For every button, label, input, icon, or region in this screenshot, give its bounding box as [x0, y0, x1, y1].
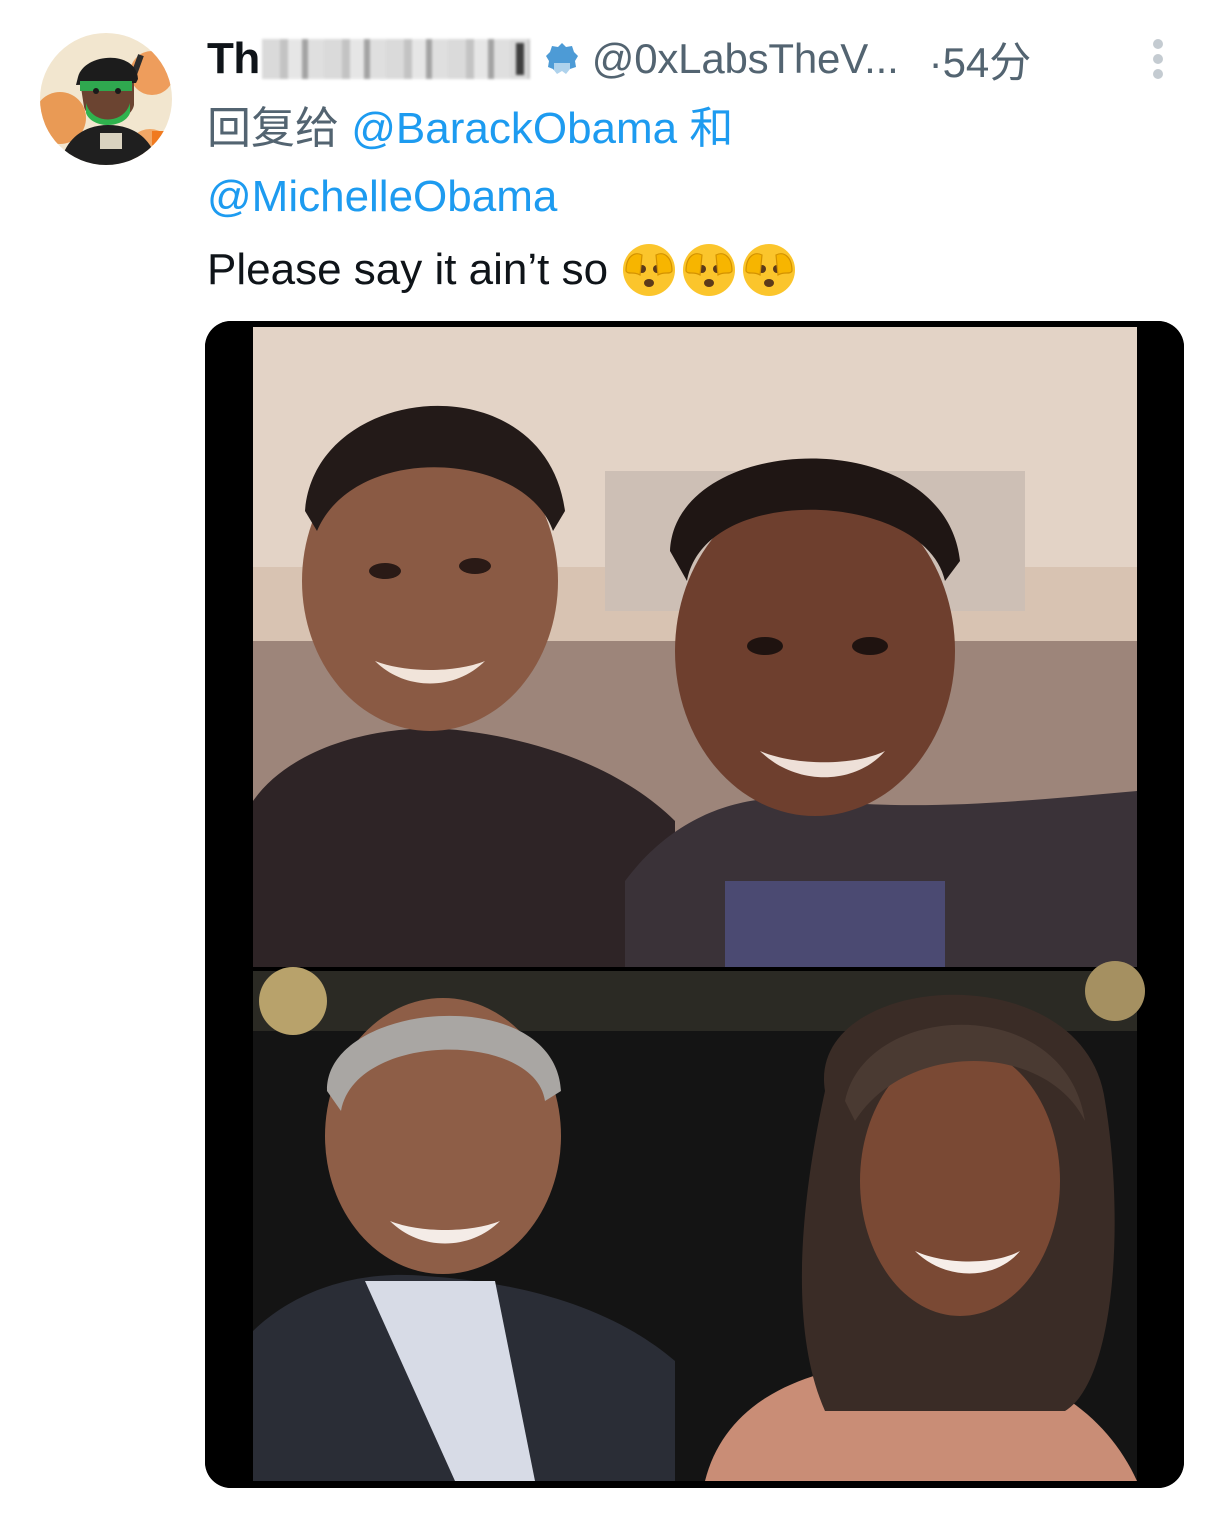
more-options-icon: [1153, 39, 1163, 79]
emoji-group: [620, 241, 798, 299]
reply-joiner: 和: [689, 104, 734, 153]
tweet-header: Th @0xLabsTheV... ·54分: [207, 30, 1197, 88]
tweet[interactable]: Th @0xLabsTheV... ·54分 回复给 @BarackObama …: [0, 0, 1223, 1514]
redacted-name: [261, 39, 530, 79]
tweet-media-image[interactable]: [205, 321, 1184, 1488]
tweet-text: Please say it ain’t so: [207, 238, 798, 302]
avatar[interactable]: [40, 33, 172, 165]
top-photo: [253, 327, 1137, 967]
avatar-icon: [40, 33, 172, 165]
face-with-open-eyes-and-hand-over-mouth-icon: [743, 244, 796, 296]
verified-badge-icon: [544, 41, 580, 77]
face-with-open-eyes-and-hand-over-mouth-icon: [683, 244, 736, 296]
tweet-body: Please say it ain’t so: [207, 245, 609, 294]
reply-context: 回复给 @BarackObama 和 @MichelleObama: [207, 98, 1167, 228]
photo-collage: [205, 321, 1184, 1488]
timestamp[interactable]: ·54分: [929, 29, 1032, 90]
reply-prefix: 回复给: [207, 104, 339, 153]
user-handle[interactable]: @0xLabsTheV...: [592, 35, 899, 83]
more-options-button[interactable]: [1150, 36, 1166, 82]
mention-barackobama[interactable]: @BarackObama: [351, 104, 677, 153]
bottom-photo: [253, 961, 1145, 1481]
mention-michelleobama[interactable]: @MichelleObama: [207, 172, 557, 221]
face-with-open-eyes-and-hand-over-mouth-icon: [623, 244, 676, 296]
display-name[interactable]: Th: [207, 34, 260, 84]
